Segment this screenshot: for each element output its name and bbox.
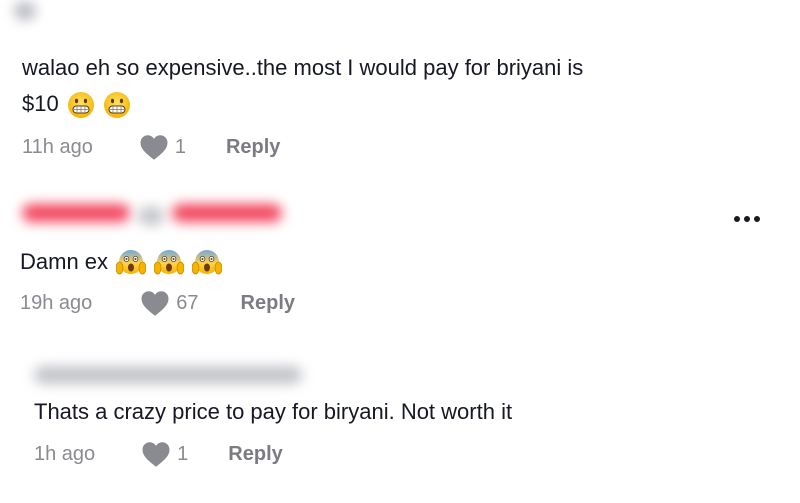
heart-icon[interactable] bbox=[140, 290, 170, 317]
comment-text-line1: walao eh so expensive..the most I would … bbox=[22, 55, 584, 80]
face-screaming-in-fear-emoji bbox=[154, 250, 185, 275]
reply-button[interactable]: Reply bbox=[241, 292, 295, 315]
like-button[interactable]: 67 bbox=[140, 290, 199, 317]
reply-button[interactable]: Reply bbox=[228, 443, 282, 466]
username-blurred bbox=[138, 207, 164, 225]
like-button[interactable]: 1 bbox=[141, 441, 188, 468]
like-count: 1 bbox=[177, 443, 189, 465]
heart-icon[interactable] bbox=[141, 441, 171, 468]
timestamp: 11h ago bbox=[22, 136, 93, 158]
comment-text-line2: $10 bbox=[22, 91, 59, 116]
like-count: 67 bbox=[176, 292, 199, 314]
comment-meta: 1h ago 1 Reply bbox=[34, 441, 283, 468]
comment-text: $10 bbox=[22, 88, 131, 120]
comment-text: Thats a crazy price to pay for biryani. … bbox=[34, 396, 512, 428]
timestamp: 19h ago bbox=[20, 292, 93, 314]
comment-text: Damn ex bbox=[20, 246, 223, 278]
comment-text-line1: Thats a crazy price to pay for biryani. … bbox=[34, 399, 513, 424]
face-screaming-in-fear-emoji bbox=[116, 250, 147, 275]
username-blurred bbox=[14, 2, 36, 20]
username-blurred bbox=[34, 366, 302, 384]
grimacing-face-emoji bbox=[103, 92, 130, 119]
comment-meta: 11h ago 1 Reply bbox=[22, 134, 280, 161]
comment-text-line1: Damn ex bbox=[20, 249, 109, 274]
username-blurred bbox=[22, 204, 130, 222]
reply-button[interactable]: Reply bbox=[226, 136, 280, 159]
username-blurred bbox=[172, 204, 282, 222]
comment-meta: 19h ago 67 Reply bbox=[20, 290, 295, 317]
grimacing-face-emoji bbox=[67, 92, 94, 119]
more-options-icon[interactable] bbox=[732, 213, 762, 225]
comment-text: walao eh so expensive..the most I would … bbox=[22, 52, 583, 84]
heart-icon[interactable] bbox=[139, 134, 169, 161]
like-button[interactable]: 1 bbox=[139, 134, 186, 161]
like-count: 1 bbox=[174, 136, 186, 158]
face-screaming-in-fear-emoji bbox=[192, 250, 223, 275]
timestamp: 1h ago bbox=[34, 443, 96, 465]
